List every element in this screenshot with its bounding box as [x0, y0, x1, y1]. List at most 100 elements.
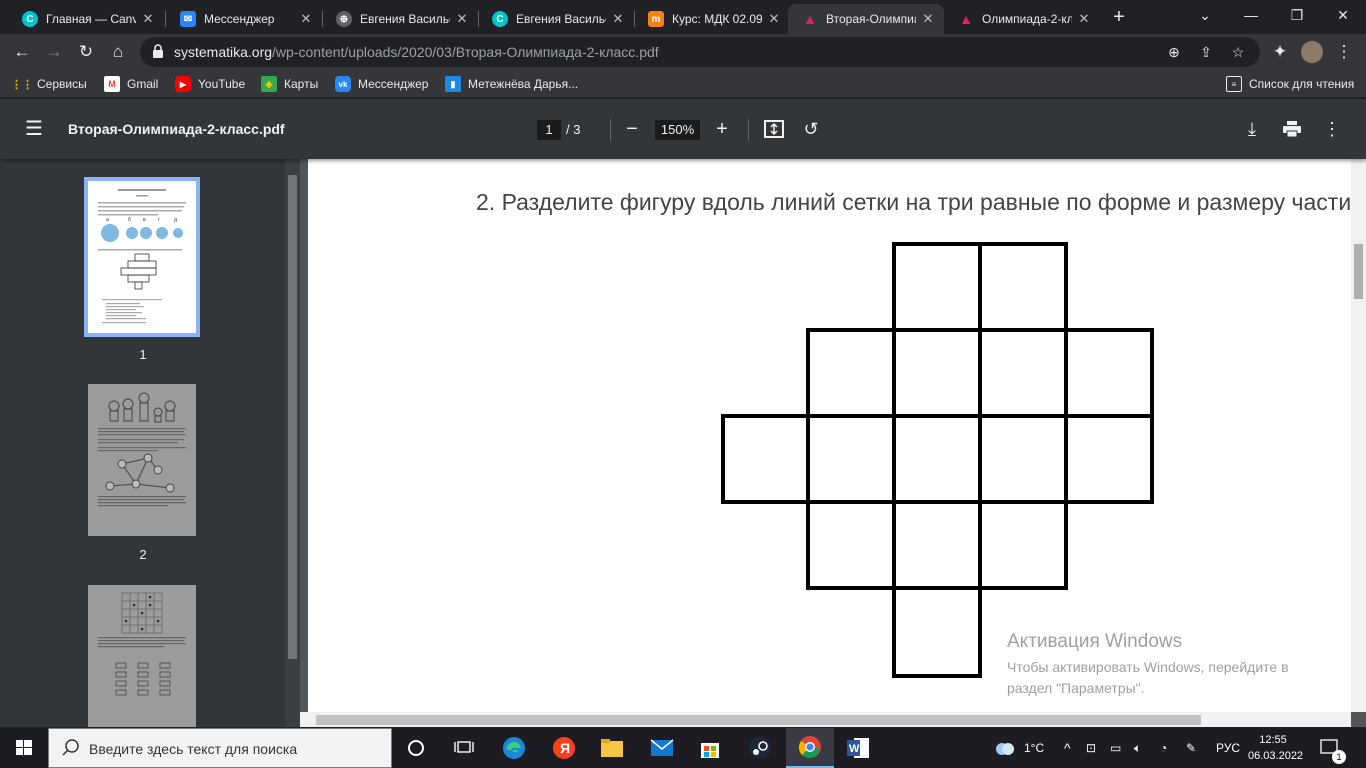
tab-title: Олимпиада-2-кл	[982, 12, 1072, 26]
clock-date: 06.03.2022	[1248, 750, 1304, 762]
edge-icon	[503, 737, 525, 759]
zoom-icon[interactable]: ⊕	[1162, 40, 1186, 64]
mail-app[interactable]	[638, 728, 686, 768]
profile-avatar[interactable]	[1298, 38, 1326, 66]
close-tab-icon[interactable]: ✕	[140, 11, 156, 27]
yandex-app[interactable]: Я	[540, 728, 588, 768]
tab-5-active[interactable]: ▲ Вторая-Олимпиада ✕	[788, 4, 944, 34]
clock-time: 12:55	[1259, 734, 1287, 746]
zoom-in-icon[interactable]: +	[710, 117, 734, 141]
search-placeholder: Введите здесь текст для поиска	[89, 741, 298, 757]
tab-search-button[interactable]: ⌄	[1182, 0, 1228, 30]
zoom-input[interactable]: 150%	[655, 120, 700, 140]
pdf-toolbar: ☰ Вторая-Олимпиада-2-класс.pdf 1 / 3 − 1…	[0, 99, 1366, 159]
sidebar-scroll-thumb[interactable]	[288, 175, 297, 659]
tab-1[interactable]: ✉ Мессенджер ✕	[166, 4, 322, 34]
grid-cell	[806, 328, 896, 418]
close-tab-icon[interactable]: ✕	[610, 11, 626, 27]
page-number-input[interactable]: 1	[537, 120, 561, 140]
bookmark-site-icon: ▮	[445, 76, 461, 92]
reading-list-button[interactable]: ≡ Список для чтения	[1226, 75, 1354, 93]
chrome-app[interactable]	[786, 728, 834, 768]
extensions-icon[interactable]: ✦	[1266, 38, 1294, 66]
task-view-button[interactable]	[392, 728, 440, 768]
bookmark-messenger[interactable]: vk Мессенджер	[335, 75, 428, 93]
document-horizontal-scrollbar[interactable]	[300, 712, 1351, 727]
pdf-site-icon: ▲	[803, 11, 817, 27]
home-button[interactable]: ⌂	[104, 38, 132, 66]
tray-icon-1[interactable]: ⊡	[1086, 728, 1096, 768]
new-tab-button[interactable]: +	[1108, 6, 1130, 28]
tab-0[interactable]: C Главная — Canva ✕	[8, 4, 164, 34]
document-vertical-scrollbar[interactable]	[1351, 159, 1366, 712]
lock-icon[interactable]	[152, 44, 164, 58]
taskview-button[interactable]	[440, 728, 488, 768]
bookmark-label: Сервисы	[37, 77, 87, 91]
download-icon[interactable]: ⤓	[1240, 117, 1264, 141]
bookmark-star-icon[interactable]: ☆	[1226, 40, 1250, 64]
canva-icon: C	[492, 11, 508, 27]
forward-button[interactable]: →	[40, 38, 68, 66]
sidebar-menu-icon[interactable]: ☰	[22, 117, 46, 141]
sidebar-scrollbar[interactable]	[285, 159, 300, 727]
tab-4[interactable]: m Курс: МДК 02.09. ✕	[634, 4, 790, 34]
horizontal-scroll-thumb[interactable]	[316, 715, 1201, 725]
task-view-icon	[454, 741, 474, 753]
more-options-icon[interactable]: ⋮	[1320, 117, 1344, 141]
grid-cell	[978, 500, 1068, 590]
print-icon[interactable]	[1280, 117, 1304, 141]
minimize-button[interactable]: —	[1228, 0, 1274, 30]
bookmark-maps[interactable]: ◆ Карты	[261, 75, 318, 93]
thumbnail-number: 1	[139, 347, 147, 362]
menu-icon[interactable]: ⋮	[1330, 38, 1358, 66]
weather-widget[interactable]: 1°C	[994, 728, 1044, 768]
store-app[interactable]	[686, 728, 734, 768]
bookmark-youtube[interactable]: ▶ YouTube	[175, 75, 245, 93]
maximize-button[interactable]: ❐	[1274, 0, 1320, 30]
bookmark-services[interactable]: ⋮⋮ Сервисы	[11, 75, 87, 93]
share-icon[interactable]: ⇪	[1194, 40, 1218, 64]
language-indicator[interactable]: РУС	[1216, 728, 1240, 768]
volume-icon[interactable]: 🔈︎	[1134, 728, 1141, 768]
close-tab-icon[interactable]: ✕	[298, 11, 314, 27]
bookmark-meteshneva[interactable]: ▮ Метежнёва Дарья...	[445, 75, 578, 93]
notification-center[interactable]: 1	[1320, 728, 1346, 768]
tab-3[interactable]: C Евгения Васильева ✕	[478, 4, 634, 34]
taskbar-search[interactable]: Введите здесь текст для поиска	[48, 728, 392, 768]
close-tab-icon[interactable]: ✕	[920, 11, 936, 27]
grid-cell	[1064, 328, 1154, 418]
bookmark-label: YouTube	[198, 77, 246, 91]
bookmark-gmail[interactable]: M Gmail	[104, 75, 158, 93]
reload-button[interactable]: ↻	[72, 38, 100, 66]
page-thumbnail-1[interactable]: а б в г д	[88, 181, 196, 333]
rotate-icon[interactable]: ↺	[799, 117, 823, 141]
battery-icon[interactable]: ▭	[1110, 728, 1121, 768]
vertical-scroll-thumb[interactable]	[1354, 244, 1363, 299]
page-thumbnail-2[interactable]	[88, 384, 196, 536]
clock[interactable]: 12:55 06.03.2022	[1248, 732, 1304, 764]
bookmark-label: Мессенджер	[358, 77, 429, 91]
edge-app[interactable]	[490, 728, 538, 768]
start-button[interactable]	[0, 728, 48, 768]
tab-2[interactable]: ⊕ Евгения Васильева ✕	[322, 4, 478, 34]
close-tab-icon[interactable]: ✕	[766, 11, 782, 27]
tab-strip: C Главная — Canva ✕ ✉ Мессенджер ✕ ⊕ Евг…	[0, 0, 1366, 34]
close-tab-icon[interactable]: ✕	[454, 11, 470, 27]
close-window-button[interactable]: ✕	[1320, 0, 1366, 30]
back-button[interactable]: ←	[8, 38, 36, 66]
tab-6[interactable]: ▲ Олимпиада-2-кл ✕	[944, 4, 1100, 34]
fit-to-page-icon[interactable]	[762, 117, 786, 141]
pen-icon[interactable]: ✎	[1186, 728, 1196, 768]
canva-icon: C	[22, 11, 38, 27]
address-bar[interactable]: systematika.org/wp-content/uploads/2020/…	[140, 37, 1260, 67]
show-hidden-icons[interactable]: ^	[1064, 728, 1071, 768]
wifi-icon[interactable]: ◔	[1160, 728, 1167, 768]
page-thumbnail-3[interactable]	[88, 585, 196, 727]
word-app[interactable]: W	[834, 728, 882, 768]
activation-text: Чтобы активировать Windows, перейдите в …	[1007, 659, 1289, 696]
close-tab-icon[interactable]: ✕	[1076, 11, 1092, 27]
url-text[interactable]: systematika.org/wp-content/uploads/2020/…	[174, 44, 659, 60]
steam-app[interactable]	[736, 728, 784, 768]
file-explorer-app[interactable]	[588, 728, 636, 768]
zoom-out-icon[interactable]: −	[620, 117, 644, 141]
